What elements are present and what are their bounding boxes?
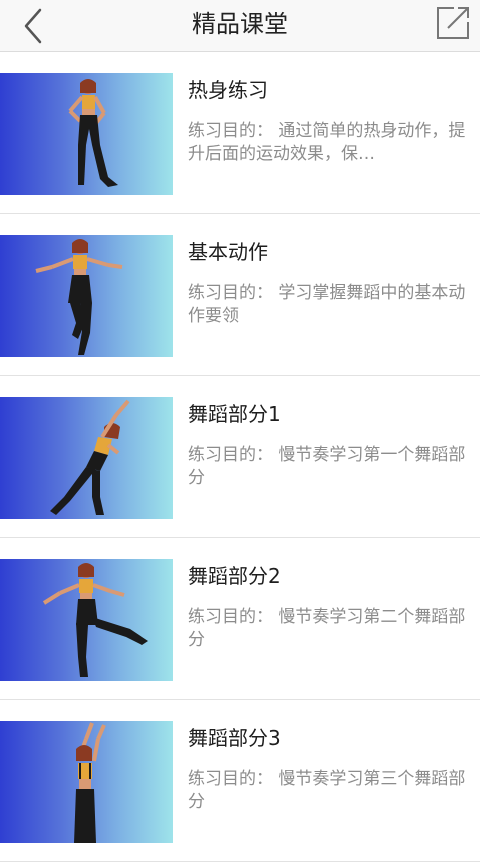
lesson-item[interactable]: 舞蹈部分3 练习目的： 慢节奏学习第三个舞蹈部分 [0,700,480,862]
share-button[interactable] [436,6,470,40]
lesson-item[interactable]: 舞蹈部分1 练习目的： 慢节奏学习第一个舞蹈部分 [0,376,480,538]
lesson-description: 练习目的： 通过简单的热身动作，提升后面的运动效果，保… [188,121,466,164]
lesson-item[interactable]: 基本动作 练习目的： 学习掌握舞蹈中的基本动作要领 [0,214,480,376]
lesson-thumbnail [0,235,173,357]
lesson-title: 舞蹈部分3 [188,726,281,750]
lesson-item[interactable]: 热身练习 练习目的： 通过简单的热身动作，提升后面的运动效果，保… [0,52,480,214]
lesson-thumbnail [0,397,173,519]
page-title: 精品课堂 [192,10,288,38]
lesson-description: 练习目的： 慢节奏学习第一个舞蹈部分 [188,445,466,488]
lesson-title: 热身练习 [188,78,268,102]
header-bar: 精品课堂 [0,0,480,52]
lesson-description: 练习目的： 慢节奏学习第三个舞蹈部分 [188,769,466,812]
share-icon [437,7,469,39]
lesson-title: 舞蹈部分1 [188,402,281,426]
lesson-title: 基本动作 [188,240,268,264]
lesson-title: 舞蹈部分2 [188,564,281,588]
lesson-item[interactable]: 舞蹈部分2 练习目的： 慢节奏学习第二个舞蹈部分 [0,538,480,700]
lesson-thumbnail [0,721,173,843]
lesson-description: 练习目的： 学习掌握舞蹈中的基本动作要领 [188,283,466,326]
lesson-description: 练习目的： 慢节奏学习第二个舞蹈部分 [188,607,466,650]
lesson-thumbnail [0,559,173,681]
lesson-thumbnail [0,73,173,195]
lesson-list: 热身练习 练习目的： 通过简单的热身动作，提升后面的运动效果，保… 基本动作 练… [0,52,480,862]
